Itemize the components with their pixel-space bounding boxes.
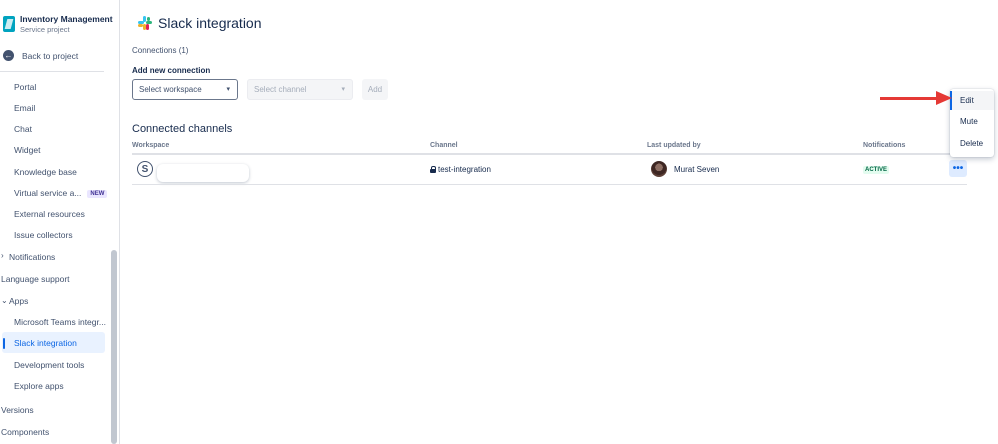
sidebar-item-virtual-service-agent[interactable]: Virtual service a... NEW bbox=[14, 188, 108, 198]
sidebar-divider bbox=[0, 71, 104, 72]
sidebar-item-explore-apps[interactable]: Explore apps bbox=[14, 381, 64, 391]
channel-select[interactable]: Select channel ▾ bbox=[247, 79, 353, 100]
workspace-select-placeholder: Select workspace bbox=[139, 85, 202, 94]
channel-select-placeholder: Select channel bbox=[254, 85, 307, 94]
workspace-logo-icon: S bbox=[137, 161, 153, 177]
chevron-down-icon[interactable]: ⌄ bbox=[1, 296, 8, 305]
sidebar-item-development-tools[interactable]: Development tools bbox=[14, 360, 84, 370]
sidebar: Inventory Management Service project ← B… bbox=[0, 0, 120, 444]
sidebar-item-chat[interactable]: Chat bbox=[14, 124, 32, 134]
workspace-select[interactable]: Select workspace ▾ bbox=[132, 79, 238, 100]
column-header-workspace: Workspace bbox=[132, 142, 170, 149]
sidebar-item-components[interactable]: Components bbox=[1, 427, 49, 437]
connected-channels-heading: Connected channels bbox=[132, 123, 233, 135]
status-badge: ACTIVE bbox=[863, 166, 890, 174]
sidebar-item-slack-integration[interactable]: Slack integration bbox=[14, 338, 77, 348]
table-row-divider bbox=[132, 184, 967, 185]
sidebar-active-indicator bbox=[3, 338, 5, 349]
channel-cell: test-integration bbox=[430, 165, 491, 174]
chevron-down-icon: ▾ bbox=[226, 86, 230, 93]
channel-name: test-integration bbox=[438, 165, 491, 174]
new-badge: NEW bbox=[87, 189, 108, 198]
menu-item-edit[interactable]: Edit bbox=[960, 96, 974, 105]
back-label: Back to project bbox=[22, 50, 79, 61]
annotation-arrow-line bbox=[880, 97, 938, 100]
sidebar-item-widget[interactable]: Widget bbox=[14, 145, 40, 155]
sidebar-item-issue-collectors[interactable]: Issue collectors bbox=[14, 230, 73, 240]
row-actions-menu: Edit Mute Delete bbox=[950, 89, 994, 157]
workspace-name-redacted bbox=[157, 164, 249, 182]
more-actions-button[interactable]: ••• bbox=[949, 160, 967, 177]
add-new-connection-label: Add new connection bbox=[132, 66, 211, 75]
project-name: Inventory Management bbox=[20, 14, 113, 24]
menu-item-mute[interactable]: Mute bbox=[960, 117, 978, 126]
chevron-down-icon: ▾ bbox=[341, 86, 345, 93]
sidebar-item-label: Virtual service a... bbox=[14, 188, 82, 198]
column-header-last-updated-by: Last updated by bbox=[647, 142, 701, 149]
add-button[interactable]: Add bbox=[362, 79, 388, 100]
sidebar-item-microsoft-teams[interactable]: Microsoft Teams integr... bbox=[14, 317, 106, 327]
annotation-arrow-head-icon bbox=[936, 91, 952, 105]
project-icon bbox=[3, 16, 15, 32]
avatar bbox=[651, 161, 667, 177]
page-title: Slack integration bbox=[158, 15, 262, 31]
column-header-channel: Channel bbox=[430, 142, 458, 149]
slack-logo-icon bbox=[138, 16, 152, 30]
sidebar-item-apps[interactable]: Apps bbox=[9, 296, 28, 306]
sidebar-item-language-support[interactable]: Language support bbox=[1, 274, 70, 284]
sidebar-item-portal[interactable]: Portal bbox=[14, 82, 36, 92]
lock-icon bbox=[430, 166, 436, 173]
last-updated-by-name: Murat Seven bbox=[674, 165, 720, 174]
arrow-left-icon: ← bbox=[3, 50, 14, 61]
sidebar-item-knowledge-base[interactable]: Knowledge base bbox=[14, 167, 77, 177]
sidebar-item-versions[interactable]: Versions bbox=[1, 405, 34, 415]
back-to-project-link[interactable]: ← Back to project bbox=[3, 50, 78, 61]
project-header[interactable]: Inventory Management Service project bbox=[3, 14, 113, 35]
sidebar-item-email[interactable]: Email bbox=[14, 103, 35, 113]
menu-item-delete[interactable]: Delete bbox=[960, 139, 983, 148]
column-header-notifications: Notifications bbox=[863, 142, 906, 149]
sidebar-item-external-resources[interactable]: External resources bbox=[14, 209, 85, 219]
table-header-divider bbox=[132, 153, 967, 155]
connections-count: Connections (1) bbox=[132, 46, 189, 55]
chevron-right-icon[interactable]: › bbox=[1, 251, 4, 260]
project-type: Service project bbox=[20, 25, 70, 34]
sidebar-item-notifications[interactable]: Notifications bbox=[9, 252, 55, 262]
sidebar-scrollbar[interactable] bbox=[111, 250, 117, 444]
